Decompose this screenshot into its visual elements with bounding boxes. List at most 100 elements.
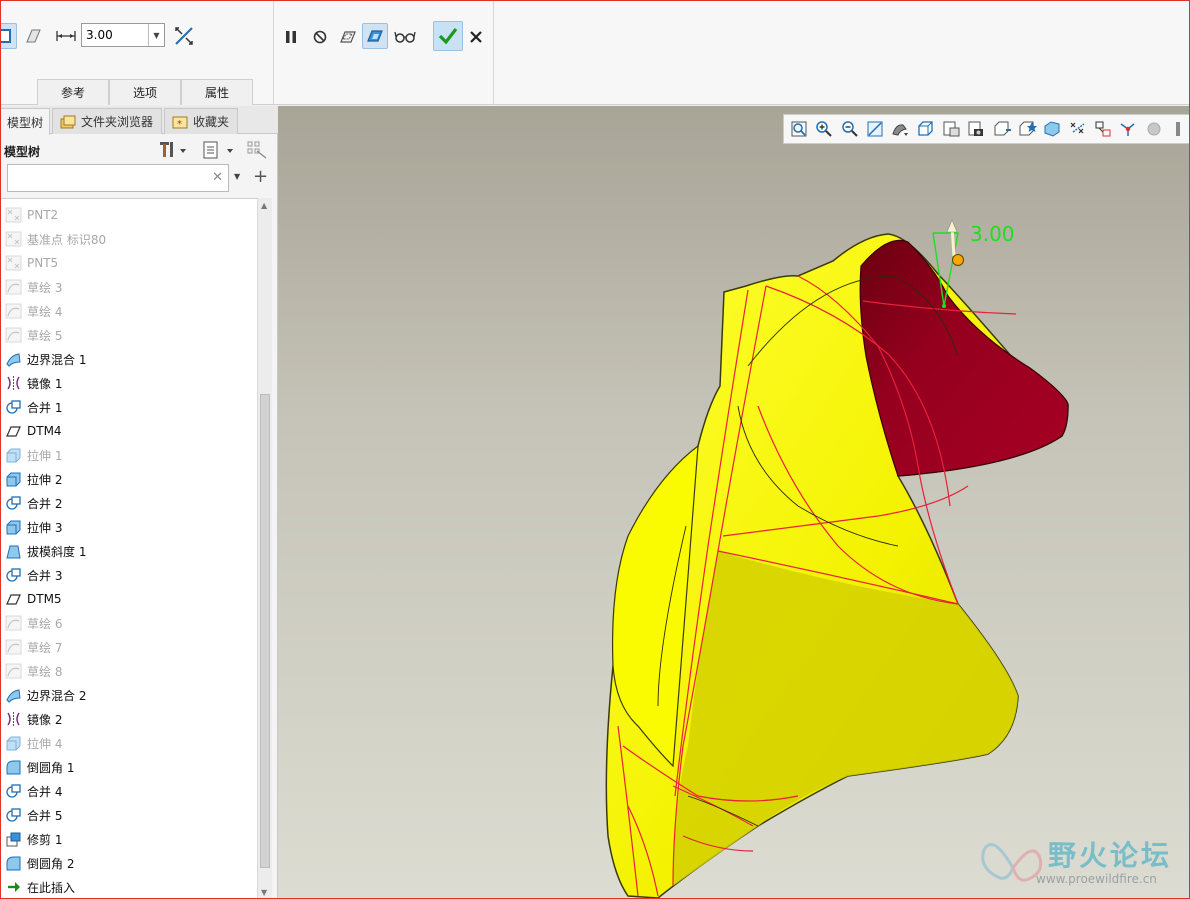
accept-button[interactable] [433, 21, 463, 51]
tree-item[interactable]: 拉伸 1 [5, 444, 62, 466]
drag-arrow-icon [946, 219, 958, 233]
mirror-icon [5, 711, 22, 727]
csys-display-button[interactable] [1092, 118, 1114, 140]
pause-button[interactable] [278, 24, 304, 50]
tree-item[interactable]: PNT5 [5, 252, 58, 274]
shading-icon [892, 124, 909, 136]
animation-button[interactable] [1142, 118, 1164, 140]
tab-properties[interactable]: 属性 [181, 79, 253, 105]
tab-favorites[interactable]: * 收藏夹 [164, 108, 238, 134]
saved-views-button[interactable] [915, 118, 937, 140]
tree-item[interactable]: 基准点 标识80 [5, 228, 106, 250]
tree-item[interactable]: 草绘 8 [5, 660, 62, 682]
tree-item[interactable]: 拉伸 4 [5, 732, 62, 754]
tree-item[interactable]: 倒圆角 1 [5, 756, 74, 778]
lower-surface-face[interactable] [673, 551, 1018, 886]
no-preview-icon [313, 30, 327, 44]
scroll-up-arrow[interactable]: ▲ [261, 201, 267, 210]
zoom-out-icon [842, 121, 858, 137]
flip-direction-icon [175, 27, 193, 45]
tree-item[interactable]: 合并 2 [5, 492, 62, 514]
tab-references[interactable]: 参考 [37, 79, 109, 105]
tree-item[interactable]: 草绘 5 [5, 324, 62, 346]
tree-item[interactable]: 合并 3 [5, 564, 62, 586]
sketch-icon [5, 303, 22, 319]
model-viewport[interactable]: 3.00 [278, 106, 1190, 899]
csys-icon [1095, 121, 1111, 137]
point-display-button[interactable] [1066, 118, 1088, 140]
tree-scrollbar[interactable]: ▲ ▼ [257, 198, 272, 898]
thickness-dropdown-arrow[interactable]: ▼ [148, 24, 164, 46]
spin-center-button[interactable] [1117, 118, 1139, 140]
tab-options[interactable]: 选项 [109, 79, 181, 105]
feature-preview-button[interactable] [362, 23, 388, 49]
tree-item-label: 草绘 8 [27, 664, 63, 679]
tree-item[interactable]: DTM5 [5, 588, 62, 610]
clear-icon[interactable]: ✕ [212, 170, 223, 185]
tree-item[interactable]: 草绘 7 [5, 636, 62, 658]
tree-item[interactable]: 拉伸 2 [5, 468, 62, 490]
extrude-icon [5, 471, 22, 487]
tree-item[interactable]: 边界混合 1 [5, 348, 86, 370]
zoom-in-button[interactable] [813, 118, 835, 140]
scrollbar-thumb[interactable] [260, 394, 270, 868]
tree-item[interactable]: 镜像 1 [5, 372, 62, 394]
geometry-preview-button[interactable] [335, 24, 361, 50]
tree-item[interactable]: 草绘 6 [5, 612, 62, 634]
tree-item[interactable]: 倒圆角 2 [5, 852, 74, 874]
datum-display-button[interactable] [991, 118, 1013, 140]
cancel-button[interactable] [463, 24, 489, 50]
no-preview-button[interactable] [307, 24, 333, 50]
scroll-down-arrow[interactable]: ▼ [261, 888, 267, 897]
tree-search-field[interactable]: ✕ [7, 164, 229, 192]
perspective-button[interactable] [965, 118, 987, 140]
tree-item[interactable]: 草绘 3 [5, 276, 62, 298]
tree-item[interactable]: 边界混合 2 [5, 684, 86, 706]
extrude-icon [5, 447, 22, 463]
verify-mode-button[interactable] [392, 24, 418, 50]
settings-button[interactable] [158, 140, 188, 163]
zoom-out-button[interactable] [839, 118, 861, 140]
tree-item[interactable]: 修剪 1 [5, 828, 62, 850]
tree-item[interactable]: 在此插入 [5, 876, 75, 898]
tree-item-label: 镜像 2 [27, 712, 63, 727]
checkmark-icon [438, 28, 458, 45]
display-style-button[interactable] [889, 118, 911, 140]
tree-item[interactable]: 合并 1 [5, 396, 62, 418]
tree-item-label: 合并 5 [27, 808, 63, 823]
thicken-solid-button[interactable] [1, 23, 17, 49]
appearance-icon [1044, 121, 1060, 137]
repaint-icon [867, 121, 883, 137]
tree-item[interactable]: 镜像 2 [5, 708, 62, 730]
merge-icon [5, 807, 22, 823]
refit-button[interactable] [788, 118, 810, 140]
tree-item[interactable]: PNT2 [5, 204, 58, 226]
pause-display-button[interactable] [1168, 118, 1189, 140]
show-button[interactable] [201, 140, 237, 163]
thickness-input[interactable] [82, 24, 148, 46]
thickness-field[interactable]: ▼ [81, 23, 165, 47]
search-dropdown-arrow[interactable]: ▼ [234, 172, 240, 181]
repaint-button[interactable] [864, 118, 886, 140]
graphics-window[interactable]: 3.00 野火论坛 www.proewildfire.cn [278, 106, 1190, 899]
tree-item[interactable]: 合并 5 [5, 804, 62, 826]
add-filter-button[interactable]: + [253, 166, 268, 187]
flip-direction-button[interactable] [171, 23, 197, 49]
view-manager-button[interactable] [940, 118, 962, 140]
tree-item[interactable]: 合并 4 [5, 780, 62, 802]
tab-folder-browser[interactable]: 文件夹浏览器 [52, 108, 162, 134]
tree-item[interactable]: 拉伸 3 [5, 516, 62, 538]
appearance-button[interactable] [1041, 118, 1063, 140]
tab-model-tree[interactable]: 模型树 [1, 108, 50, 135]
view-manager-icon [943, 121, 960, 137]
tree-filter-toggle[interactable] [246, 140, 270, 163]
tree-item[interactable]: DTM4 [5, 420, 62, 442]
remove-material-button[interactable] [20, 23, 46, 49]
tree-item[interactable]: 草绘 4 [5, 300, 62, 322]
annotation-display-button[interactable] [1016, 118, 1038, 140]
dimension-label[interactable]: 3.00 [970, 222, 1015, 246]
navigator-pane: 模型树 文件夹浏览器 * 收藏夹 模型树 ✕ ▼ + PNT2 基准点 标识80… [1, 106, 278, 898]
tree-item[interactable]: 拔模斜度 1 [5, 540, 86, 562]
tree-search-input[interactable] [8, 165, 208, 191]
tree-item-label: 草绘 7 [27, 640, 63, 655]
